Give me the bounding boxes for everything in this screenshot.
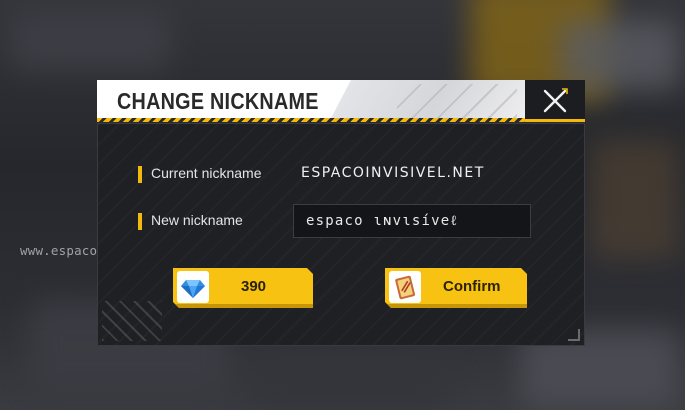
confirm-label: Confirm	[443, 278, 501, 295]
bg-shape	[10, 10, 170, 70]
close-button[interactable]	[525, 80, 585, 122]
pay-diamonds-button[interactable]: 390	[173, 268, 313, 308]
name-change-card-icon	[389, 271, 421, 303]
new-nickname-label: New nickname	[151, 212, 243, 228]
bg-shape	[250, 360, 450, 410]
change-nickname-dialog: CHANGE NICKNAME Current nickname ESPACOI…	[97, 80, 585, 346]
dialog-header: CHANGE NICKNAME	[97, 80, 525, 122]
bg-shape	[590, 140, 680, 260]
price-value: 390	[241, 278, 267, 295]
new-nickname-input[interactable]	[293, 204, 531, 238]
current-nickname-label: Current nickname	[151, 165, 262, 181]
corner-decoration	[568, 329, 580, 341]
label-accent-bar	[138, 213, 142, 230]
label-accent-bar	[138, 166, 142, 183]
corner-decoration	[102, 301, 162, 341]
dialog-title: CHANGE NICKNAME	[117, 88, 319, 114]
close-icon	[543, 88, 568, 113]
confirm-button[interactable]: Confirm	[385, 268, 527, 308]
diamond-icon	[177, 271, 209, 303]
current-nickname-value: ESPACOINVISIVEL.NET	[301, 165, 485, 181]
header-stripe	[97, 118, 525, 122]
